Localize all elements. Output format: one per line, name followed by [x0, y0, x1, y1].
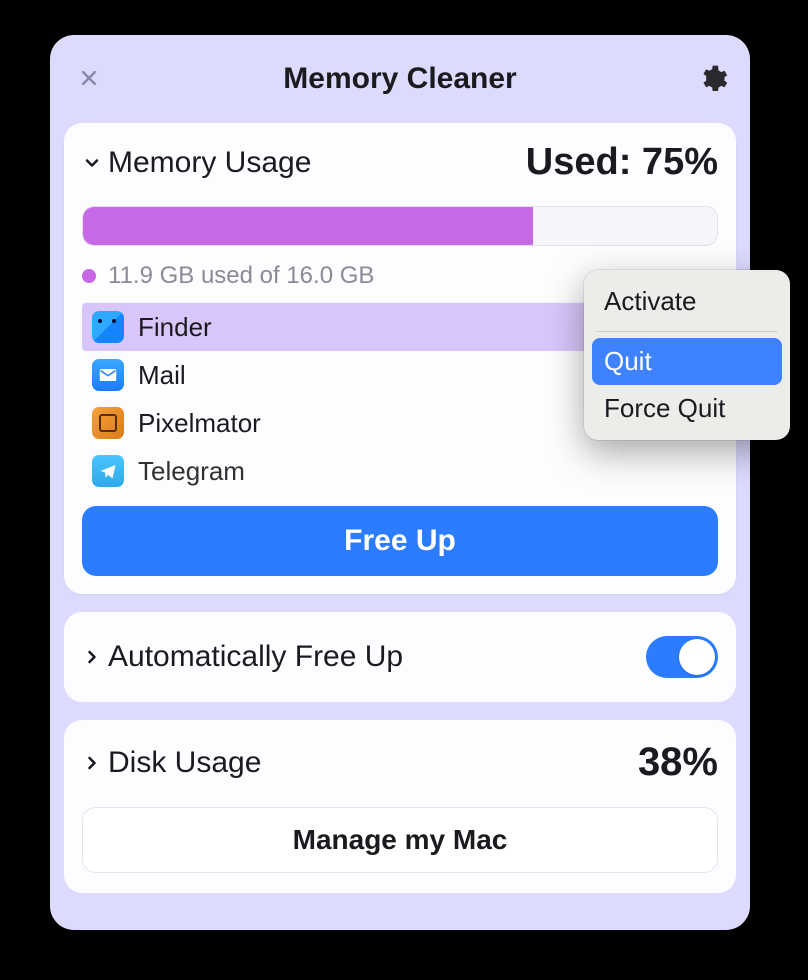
- app-row-label: Mail: [138, 360, 186, 391]
- app-context-menu: Activate QuitForce Quit: [584, 270, 790, 440]
- disk-section-toggle[interactable]: Disk Usage: [82, 746, 261, 780]
- menu-item-force-quit[interactable]: Force Quit: [592, 385, 782, 432]
- chevron-down-icon: [82, 153, 102, 173]
- auto-free-label: Automatically Free Up: [108, 640, 403, 674]
- free-up-button[interactable]: Free Up: [82, 506, 718, 576]
- app-row-label: Telegram: [138, 456, 245, 487]
- menu-item-quit[interactable]: Quit: [592, 338, 782, 385]
- memory-usage-text: 11.9 GB used of 16.0 GB: [108, 262, 374, 290]
- close-button[interactable]: [74, 63, 104, 93]
- menu-item-activate[interactable]: Activate: [592, 278, 782, 325]
- memory-section-toggle[interactable]: Memory Usage: [82, 146, 311, 180]
- memory-section-header: Memory Usage Used: 75%: [82, 141, 718, 184]
- memory-used-label: Used: 75%: [526, 141, 718, 184]
- app-row-label: Finder: [138, 312, 212, 343]
- app-row-telegram[interactable]: Telegram: [82, 447, 718, 492]
- usage-dot-icon: [82, 269, 96, 283]
- menu-separator: [596, 331, 778, 332]
- titlebar: Memory Cleaner: [64, 49, 736, 109]
- disk-percent-label: 38%: [638, 740, 718, 785]
- disk-section-header: Disk Usage 38%: [82, 740, 718, 785]
- window-title: Memory Cleaner: [64, 62, 736, 96]
- disk-section-title: Disk Usage: [108, 746, 261, 780]
- finder-icon: [92, 311, 124, 343]
- auto-section-toggle[interactable]: Automatically Free Up: [82, 640, 403, 674]
- memory-section-title: Memory Usage: [108, 146, 311, 180]
- toggle-knob: [679, 639, 715, 675]
- mail-icon: [92, 359, 124, 391]
- disk-usage-card: Disk Usage 38% Manage my Mac: [64, 720, 736, 893]
- close-icon: [79, 68, 99, 88]
- telegram-icon: [92, 455, 124, 487]
- memory-progress-bar: [82, 206, 718, 246]
- auto-free-toggle[interactable]: [646, 636, 718, 678]
- pixelmator-icon: [92, 407, 124, 439]
- auto-free-up-card: Automatically Free Up: [64, 612, 736, 702]
- gear-icon: [696, 63, 728, 95]
- memory-progress-fill: [83, 207, 533, 245]
- app-row-label: Pixelmator: [138, 408, 261, 439]
- manage-mac-button[interactable]: Manage my Mac: [82, 807, 718, 873]
- settings-button[interactable]: [692, 59, 732, 99]
- chevron-right-icon: [82, 647, 102, 667]
- app-window: Memory Cleaner Memory Usage Used: 75% 11…: [50, 35, 750, 930]
- chevron-right-icon: [82, 753, 102, 773]
